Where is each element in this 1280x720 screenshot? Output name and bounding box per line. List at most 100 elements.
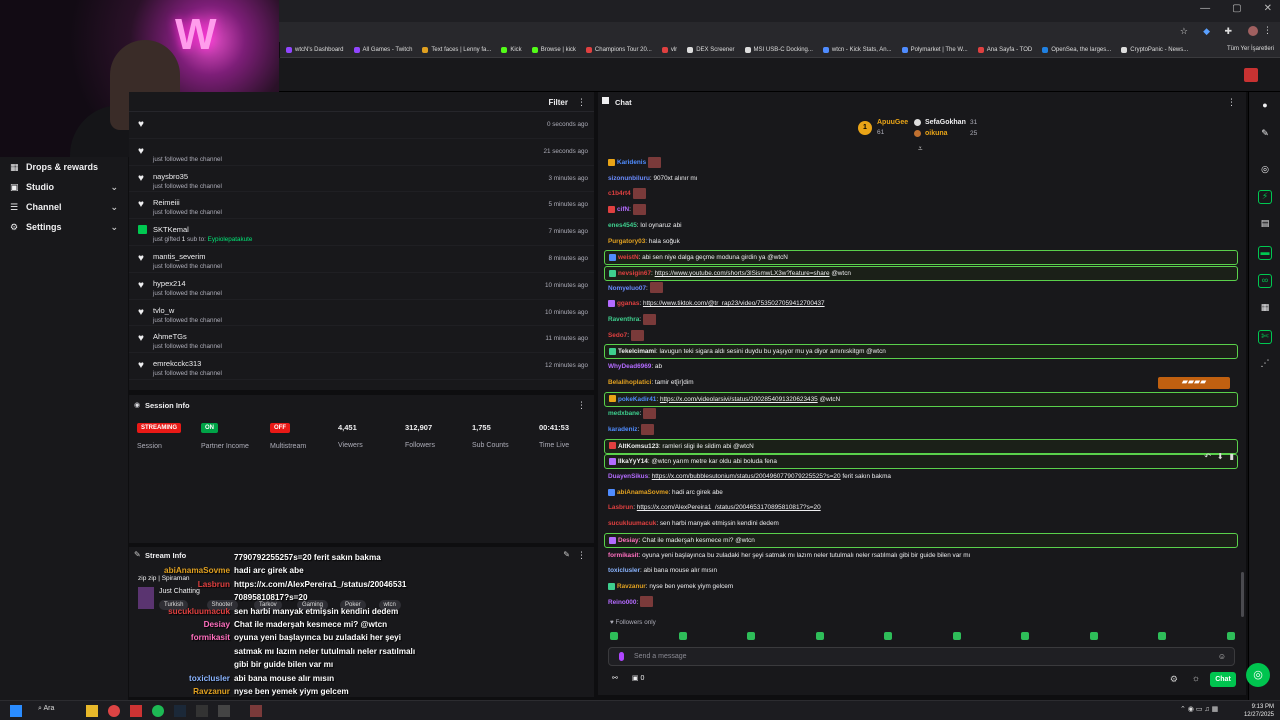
activity-username[interactable]: naysbro35	[153, 172, 188, 181]
chat-message[interactable]: toxiclusler: abi bana mouse alır mısın	[604, 564, 1238, 579]
chat-username[interactable]: abiAnamaSovme	[617, 489, 669, 496]
bookmark-item[interactable]: Kick	[501, 46, 522, 53]
bookmark-item[interactable]: wtcn - Kick Stats, An...	[822, 46, 892, 53]
points-balance[interactable]: ▣ 0	[632, 674, 644, 682]
chat-username[interactable]: Ravzanur	[617, 583, 646, 590]
community-icon[interactable]: ⚯	[612, 674, 618, 682]
chat-message[interactable]: Belalihoplatici: tamir et[ir]dim	[604, 376, 1238, 391]
spotify-icon[interactable]	[152, 705, 164, 717]
chat-message[interactable]: Desiay: Chat ile maderşah kesmece mi? @w…	[604, 532, 1238, 548]
app-icon[interactable]	[196, 705, 208, 717]
bookmark-item[interactable]: MSI USB-C Docking...	[744, 46, 813, 53]
activity-username[interactable]: mantis_severim	[153, 252, 206, 261]
chat-message[interactable]: DuayenSikus: https://x.com/bubblesutoniu…	[604, 470, 1238, 485]
chat-username[interactable]: enes4545	[608, 222, 637, 229]
activity-username[interactable]: hypex214	[153, 279, 186, 288]
chevron-down-icon[interactable]: ⩡	[918, 144, 923, 154]
menu-icon[interactable]: ⋮	[1263, 25, 1272, 36]
stream-tag[interactable]: Tarkov	[254, 600, 282, 610]
tray-icons[interactable]: ⌃ ◉ ▭ ♫ ▦	[1180, 705, 1218, 717]
chat-username[interactable]: medxbane	[608, 410, 640, 417]
chat-username[interactable]: Desiay	[618, 537, 639, 544]
chat-link[interactable]: https://x.com/bubblesutonium/status/2004…	[652, 473, 841, 480]
chat-message[interactable]: abiAnamaSovme: hadi arc girek abe	[604, 486, 1238, 501]
emote-picker-icon[interactable]: ☺	[1218, 652, 1226, 661]
chat-username[interactable]: gganas	[617, 300, 639, 307]
chat-message[interactable]: medxbane:	[604, 407, 1238, 422]
chat-leaderboard[interactable]: 1 ApuuGee 61 SefaGokhan 31 oikuna 25	[858, 117, 1008, 142]
chat-username[interactable]: sizonunbiluru	[608, 175, 650, 182]
bookmark-item[interactable]: Champions Tour 20...	[585, 46, 652, 53]
chat-message[interactable]: WhyDead6969: ab	[604, 360, 1238, 375]
quick-emote-icon[interactable]	[1089, 632, 1098, 640]
more-options-icon[interactable]: ⋮	[577, 97, 586, 108]
maximize-icon[interactable]: ▢	[1232, 3, 1241, 14]
delete-icon[interactable]: ▮	[1230, 452, 1234, 461]
chat-identity-icon[interactable]	[619, 652, 624, 661]
quick-emote-icon[interactable]	[1158, 632, 1166, 640]
activity-username[interactable]: AhmeTGs	[153, 332, 187, 341]
gear-icon[interactable]: ⚙	[1170, 674, 1178, 685]
chat-username[interactable]: weistN	[618, 254, 639, 261]
quick-emote-icon[interactable]	[747, 632, 755, 640]
steam-icon[interactable]	[174, 705, 186, 717]
activity-username[interactable]: emrekcckc313	[153, 359, 201, 368]
sidebar-item-drops[interactable]: ▦ Drops & rewards	[0, 157, 128, 177]
channel-avatar[interactable]	[1244, 68, 1258, 82]
stream-tag[interactable]: Turkish	[159, 600, 189, 610]
chat-bubble-icon[interactable]: ▬	[1258, 246, 1272, 260]
chat-message[interactable]: Lasbrun: https://x.com/AlexPereira1_/sta…	[604, 501, 1238, 516]
bookmark-item[interactable]: Ana Sayfa - TOD	[977, 46, 1032, 53]
chat-username[interactable]: formikasit	[608, 552, 639, 559]
all-bookmarks-button[interactable]: Tüm Yer İşaretleri	[1227, 46, 1274, 52]
chat-username[interactable]: Reino000	[608, 599, 636, 606]
bookmark-item[interactable]: Browse | kick	[531, 46, 576, 53]
chat-username[interactable]: toxiclusler	[608, 567, 640, 574]
activity-username[interactable]: Reimeiii	[153, 198, 180, 207]
chat-message[interactable]: Tekelcimami: lavugun teki sigara aldı se…	[604, 344, 1238, 360]
chat-username[interactable]: Purgatory03	[608, 238, 645, 245]
share-icon[interactable]: ⋰	[1258, 358, 1272, 372]
chat-message[interactable]: Reino000:	[604, 596, 1238, 611]
activity-username[interactable]: tvlo_w	[153, 306, 174, 315]
chat-message[interactable]: Karidenis	[604, 156, 1238, 171]
taskbar-search[interactable]: ⌕ Ara	[38, 705, 54, 717]
bookmark-item[interactable]: Text faces | Lenny fa...	[422, 46, 491, 53]
pin-icon[interactable]: ⬇	[1217, 452, 1224, 461]
chat-username[interactable]: Lasbrun	[608, 504, 633, 511]
chat-message[interactable]: IlkaYyY14: @wtcn yarım metre kar oldu ab…	[604, 454, 1238, 470]
box-icon[interactable]: ▦	[1258, 302, 1272, 316]
chat-username[interactable]: DuayenSikus	[608, 473, 648, 480]
chat-username[interactable]: cifN	[617, 206, 629, 213]
windows-start-icon[interactable]	[10, 705, 22, 717]
chat-username[interactable]: Belalihoplatici	[608, 379, 651, 386]
chat-message[interactable]: c1b4rt4	[604, 187, 1238, 202]
chat-link[interactable]: https://www.tiktok.com/@tr_rap23/video/7…	[643, 300, 825, 307]
chat-message[interactable]: sizonunbiluru: 9070xt alınır mı	[604, 172, 1238, 187]
edit-icon[interactable]: ✎	[1258, 128, 1272, 142]
more-options-icon[interactable]: ⋮	[577, 550, 586, 561]
chat-message[interactable]: Ravzanur: nyse ben yemek yiym gelcem	[604, 580, 1238, 595]
edit-icon[interactable]: ✎	[563, 550, 570, 559]
chat-message[interactable]: Purgatory03: hala soğuk	[604, 235, 1238, 250]
stream-tag[interactable]: Shooter	[206, 600, 238, 610]
filter-button[interactable]: Filter	[548, 98, 568, 107]
chat-message[interactable]: weistN: abi sen niye dalga geçme moduna …	[604, 250, 1238, 266]
wrench-icon[interactable]: ✄	[1258, 330, 1272, 344]
chat-username[interactable]: Nomyeluo07	[608, 285, 646, 292]
chat-username[interactable]: Tekelcimami	[618, 348, 656, 355]
quick-emote-icon[interactable]	[884, 632, 892, 640]
chat-input[interactable]: Send a message ☺	[608, 647, 1235, 666]
chat-message[interactable]: Nomyeluo07:	[604, 282, 1238, 297]
chat-message[interactable]: pokeKadir41: https://x.com/videolarsivi/…	[604, 391, 1238, 407]
chat-username[interactable]: sucukluumacuk	[608, 520, 656, 527]
sidebar-item-channel[interactable]: ☰ Channel ⌄	[0, 197, 128, 217]
chat-username[interactable]: pokeKadir41	[618, 396, 656, 403]
activity-username[interactable]: SKTKemal	[153, 225, 189, 234]
chat-link[interactable]: https://x.com/AlexPereira1_/status/20046…	[637, 504, 821, 511]
bookmark-item[interactable]: CryptoPanic - News...	[1121, 46, 1188, 53]
puzzle-icon[interactable]: ✚	[1224, 26, 1232, 37]
bookmark-item[interactable]: OpenSea, the larges...	[1042, 46, 1111, 53]
sidebar-item-studio[interactable]: ▣ Studio ⌄	[0, 177, 128, 197]
mod-tools-icon[interactable]: ☼	[1192, 673, 1200, 683]
